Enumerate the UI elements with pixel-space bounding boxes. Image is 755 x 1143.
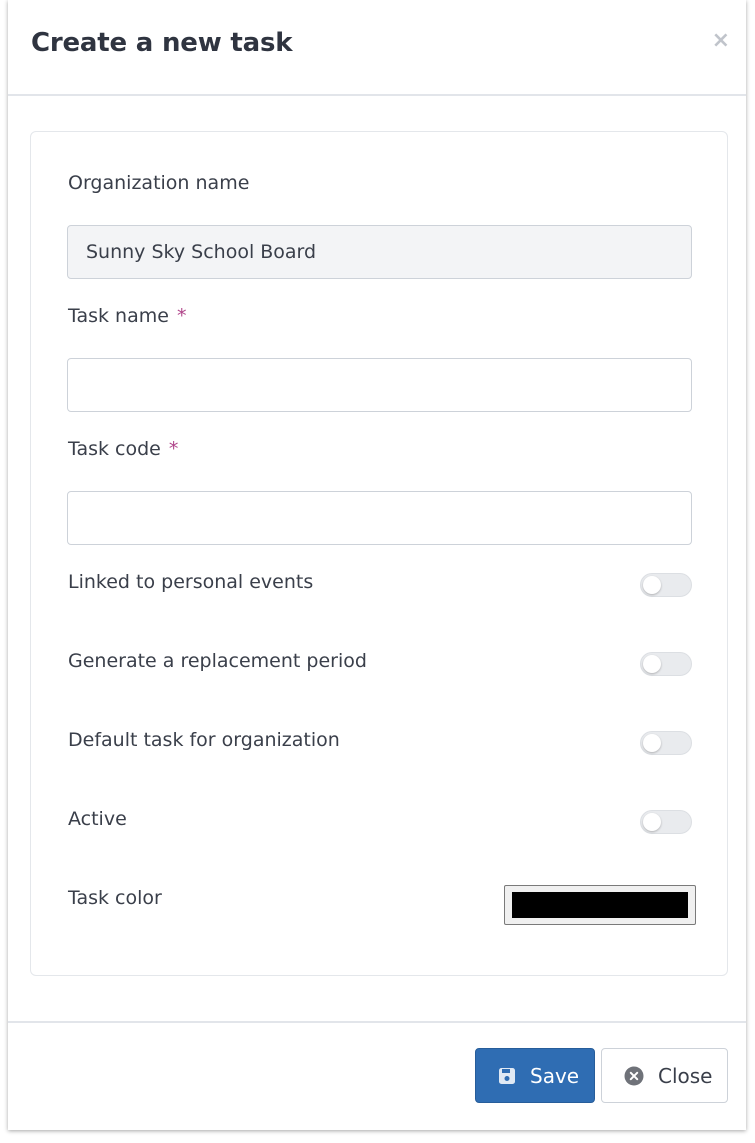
organization-name-field [67,225,692,279]
save-button-label: Save [530,1063,580,1088]
toggle-knob [643,576,661,594]
dialog-footer: Save Close [8,1021,746,1130]
required-mark: * [168,438,179,460]
active-toggle[interactable] [640,810,692,834]
close-button[interactable]: Close [601,1048,728,1103]
generate-replacement-period-label: Generate a replacement period [68,650,367,672]
linked-personal-events-label: Linked to personal events [68,571,314,593]
create-task-dialog: Create a new task × Organization name Ta… [8,0,746,1130]
task-color-picker[interactable] [504,885,696,925]
circle-x-icon [624,1066,644,1086]
color-swatch [512,892,688,918]
default-task-toggle[interactable] [640,731,692,755]
generate-replacement-period-toggle[interactable] [640,652,692,676]
toggle-knob [643,734,661,752]
linked-personal-events-toggle[interactable] [640,573,692,597]
task-color-label: Task color [68,887,162,909]
dialog-header: Create a new task × [8,0,746,96]
task-name-label: Task name * [68,305,186,327]
close-icon[interactable]: × [712,30,730,52]
task-code-field[interactable] [67,491,692,545]
task-name-field[interactable] [67,358,692,412]
task-code-label: Task code * [68,438,178,460]
close-button-label: Close [658,1063,713,1088]
task-code-label-text: Task code [68,438,161,460]
active-label: Active [68,808,127,830]
organization-name-label: Organization name [68,172,250,194]
task-name-label-text: Task name [68,305,169,327]
required-mark: * [176,305,187,327]
floppy-disk-icon [498,1067,516,1085]
form-card: Organization name Task name* Task code* … [30,131,728,976]
toggle-knob [643,813,661,831]
toggle-knob [643,655,661,673]
default-task-label: Default task for organization [68,729,340,751]
dialog-title: Create a new task [31,28,293,58]
save-button[interactable]: Save [475,1048,595,1103]
